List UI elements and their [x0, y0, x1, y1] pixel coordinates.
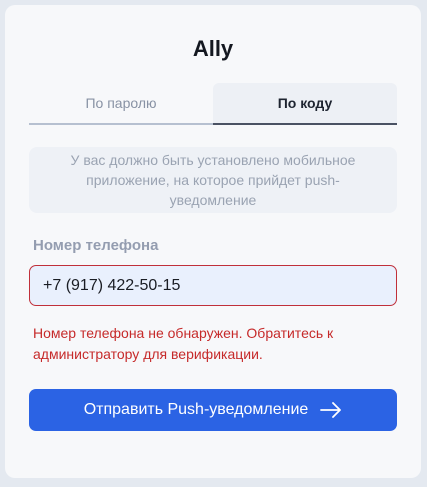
phone-input[interactable] — [29, 265, 397, 306]
phone-label: Номер телефона — [33, 237, 159, 254]
arrow-right-icon — [320, 402, 342, 418]
app-title: Ally — [192, 36, 234, 61]
login-card: Ally По паролю По коду У вас должно быть… — [5, 5, 421, 478]
send-push-button-label: Отправить Push-уведомление — [83, 401, 309, 418]
tab-by-password[interactable]: По паролю — [29, 83, 213, 125]
tab-by-code[interactable]: По коду — [213, 83, 397, 125]
push-notice: У вас должно быть установлено мобильное … — [29, 147, 397, 213]
error-message: Номер телефона не обнаружен. Обратитесь … — [33, 325, 334, 362]
send-push-button[interactable]: Отправить Push-уведомление — [29, 389, 397, 431]
auth-method-tabs: По паролю По коду — [29, 83, 397, 125]
